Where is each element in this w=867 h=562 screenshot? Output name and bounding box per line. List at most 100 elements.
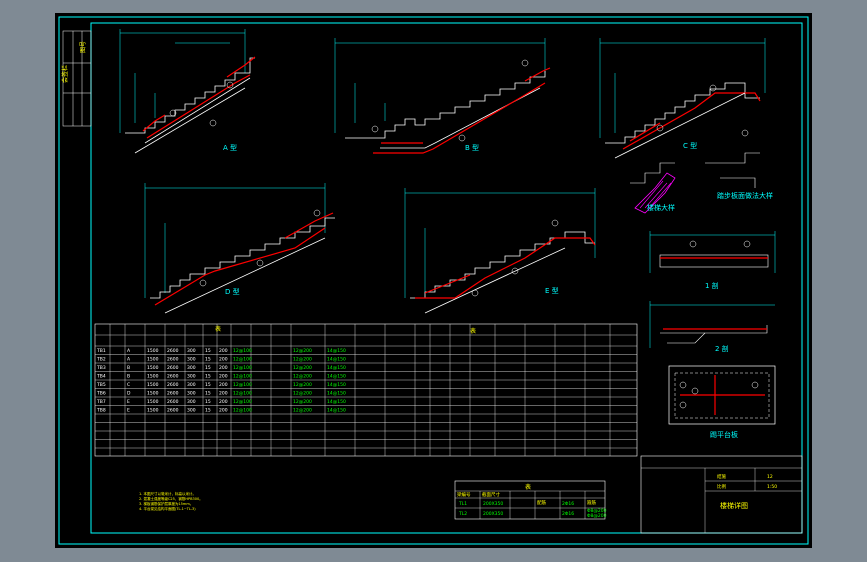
schedule-cell: 2600 [167,391,179,397]
schedule-cell: 15 [205,382,211,388]
schedule-cell: 15 [205,391,211,397]
schedule-cell: 14@150 [327,382,346,388]
schedule-cell: 15 [205,399,211,405]
schedule-table: 表 表 TB1 A 1500 2600 300 15 200 12@100 12@200 14@1… [94,323,638,457]
schedule-cell: 2600 [167,382,179,388]
schedule-cell: 12@100 [233,365,252,371]
stair-b-caption: B 型 [465,143,479,152]
schedule-cell: TB4 [96,374,106,380]
schedule-cell: 15 [205,365,211,371]
schedule-cell: 1500 [147,357,159,363]
stair-type-c: C 型 [599,38,766,159]
title-scale-label: 比例 [717,483,726,490]
beam-h3: 箍筋 [587,499,596,506]
schedule-cell: TB3 [96,365,106,371]
schedule-cell: 2600 [167,408,179,414]
schedule-cell: 1500 [147,348,159,354]
schedule-cell: 12@100 [233,382,252,388]
schedule-cell: 12@100 [233,348,252,354]
schedule-cell: C [127,382,130,388]
note-1: 1. 本图尺寸以毫米计，标高以米计。 [139,491,196,496]
title-sheet-label: 结施 [717,473,726,480]
beam-table-title: 表 [525,483,531,491]
schedule-cell: 1500 [147,408,159,414]
schedule-cell: 200 [219,357,228,363]
schedule-cell: 300 [187,399,196,405]
detail-left: 楼梯大样 [630,162,676,214]
schedule-cell: 14@150 [327,408,346,414]
stair-type-a: A 型 [119,29,256,154]
title-scale-value: 1:50 [767,484,777,490]
plan-detail: 踢平台板 [668,365,776,439]
schedule-cell: 12@200 [293,374,312,380]
beam-h2: 配筋 [537,499,546,506]
schedule-cell: A [127,357,131,363]
schedule-cell: D [127,391,131,397]
schedule-cell: A [127,348,131,354]
schedule-cell: 200 [219,399,228,405]
schedule-cell: 12@200 [293,391,312,397]
schedule-cell: 2600 [167,399,179,405]
beam-h1: 截面尺寸 [482,491,500,498]
detail-right: 踏步板面做法大样 [705,152,773,200]
schedule-cell: E [127,408,130,414]
title-sheet-no: 12 [767,474,773,480]
schedule-cell: 15 [205,348,211,354]
note-3: 3. 梯板钢筋保护层厚度为15mm。 [139,501,193,506]
schedule-cell: 300 [187,365,196,371]
schedule-cell: 14@150 [327,391,346,397]
schedule-cell: 300 [187,408,196,414]
schedule-cell: TB6 [96,391,106,397]
schedule-cell: 12@100 [233,374,252,380]
schedule-cell: 2600 [167,374,179,380]
schedule-header-left: 表 [215,325,221,333]
schedule-cell: TB2 [96,357,106,363]
schedule-cell: 12@200 [293,408,312,414]
schedule-cell: TB7 [96,399,106,405]
schedule-cell: 200 [219,391,228,397]
section-2-caption: 2 剖 [715,344,729,353]
schedule-cell: TB8 [96,408,106,414]
schedule-cell: 200 [219,408,228,414]
beam-h0: 梁编号 [457,491,471,498]
schedule-cell: 1500 [147,365,159,371]
schedule-cell: 14@150 [327,399,346,405]
schedule-cell: 12@200 [293,365,312,371]
side-strip-label1: 会签栏 [61,65,69,83]
schedule-cell: 300 [187,391,196,397]
schedule-cell: 12@200 [293,357,312,363]
stair-c-caption: C 型 [683,141,697,150]
notes: 1. 本图尺寸以毫米计，标高以米计。 2. 混凝土强度等级C25，钢筋HPB30… [139,491,203,511]
schedule-cell: 200 [219,348,228,354]
schedule-cell: 12@100 [233,408,252,414]
schedule-cell: 15 [205,408,211,414]
beam-r0c1: 200X350 [483,501,503,507]
beam-r1c1: 200X350 [483,511,503,517]
schedule-header-right: 表 [470,327,476,335]
cad-viewport[interactable]: 会签栏 图号 A 型 B 型 C 型 D 型 E 型 楼梯大样 踏步板面做法大样… [55,13,812,548]
title-block: 结施 12 比例 1:50 楼梯详图 [640,455,803,534]
section-1-caption: 1 剖 [705,281,719,290]
schedule-cell: 12@200 [293,382,312,388]
schedule-cell: 2600 [167,348,179,354]
outer-frame [58,16,809,545]
beam-table: 表 梁编号 截面尺寸 配筋 箍筋 TL1 200X350 2Φ16 Φ8@200… [454,480,607,520]
schedule-cell: E [127,399,130,405]
schedule-cell: B [127,365,130,371]
schedule-cell: 1500 [147,382,159,388]
schedule-cell: 12@100 [233,391,252,397]
schedule-cell: 14@150 [327,348,346,354]
schedule-cell: 2600 [167,365,179,371]
side-strip-label2: 图号 [80,41,87,53]
title-drawing-name: 楼梯详图 [720,501,748,510]
schedule-cell: 300 [187,357,196,363]
detail-left-caption: 楼梯大样 [647,203,675,212]
note-4: 4. 平台梁见结构平面图(TL-1~TL-3) [139,506,196,511]
beam-r0c0: TL1 [458,501,467,507]
stair-type-b: B 型 [334,38,551,154]
stair-a-caption: A 型 [223,143,237,152]
schedule-cell: 200 [219,365,228,371]
beam-r1c0: TL2 [458,511,467,517]
beam-r1c2: 2Φ16 [562,511,574,517]
stair-type-e: E 型 [404,188,596,314]
